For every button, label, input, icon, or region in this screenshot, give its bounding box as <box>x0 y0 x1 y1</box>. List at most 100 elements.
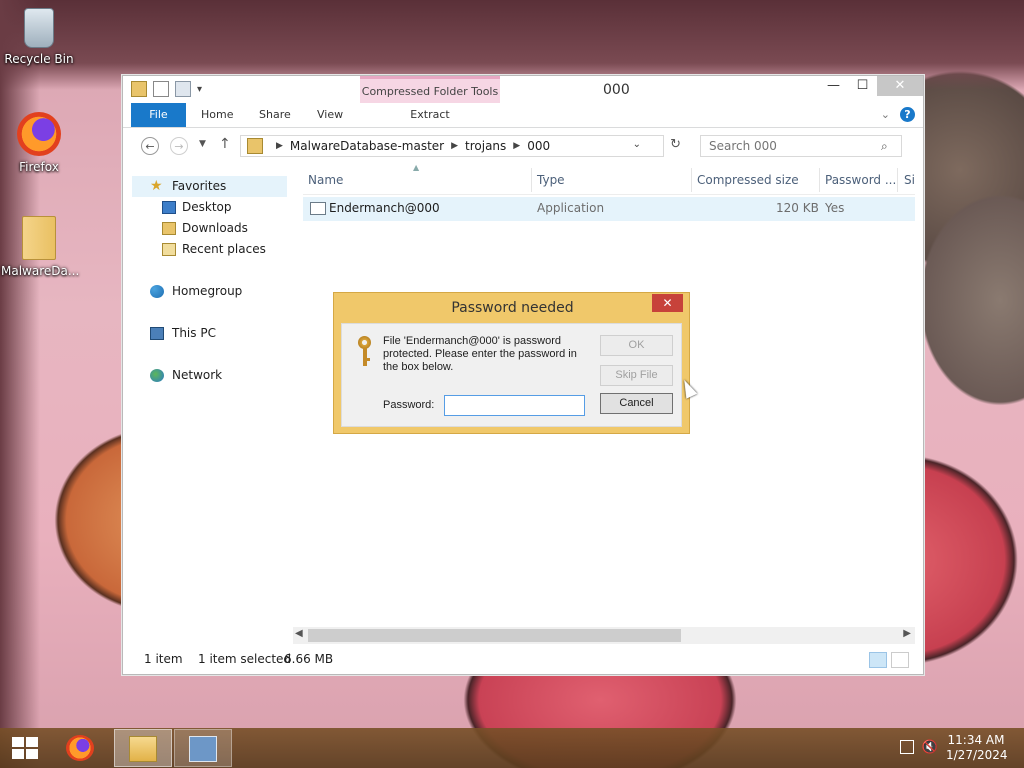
cell-name: Endermanch@000 <box>329 201 440 215</box>
chevron-right-icon[interactable]: ▶ <box>451 141 458 151</box>
tab-share[interactable]: Share <box>259 103 291 127</box>
taskbar-remote-desktop[interactable] <box>174 729 232 767</box>
dialog-message: File 'Endermanch@000' is password protec… <box>383 335 577 373</box>
window-controls: — ☐ ✕ <box>819 76 923 96</box>
taskbar-firefox[interactable] <box>52 729 110 767</box>
tab-extract[interactable]: Extract <box>360 103 500 127</box>
nav-item-network[interactable]: Network <box>132 365 287 386</box>
maximize-button[interactable]: ☐ <box>848 76 877 96</box>
column-header-password[interactable]: Password ... <box>825 173 896 187</box>
ribbon-expand-icon[interactable]: ⌄ <box>881 108 890 121</box>
volume-muted-icon[interactable]: 🔇 <box>922 740 938 755</box>
firefox-icon <box>66 735 94 761</box>
tab-home[interactable]: Home <box>201 103 233 127</box>
table-row[interactable]: Endermanch@000 Application 120 KB Yes <box>303 197 915 221</box>
title-bar[interactable]: ▾ Compressed Folder Tools 000 — ☐ ✕ <box>123 76 923 107</box>
star-icon: ★ <box>150 178 163 194</box>
cell-compressed-size: 120 KB <box>776 201 819 215</box>
tab-view[interactable]: View <box>317 103 343 127</box>
cancel-button[interactable]: Cancel <box>600 393 673 414</box>
file-explorer-icon <box>129 736 157 762</box>
nav-item-favorites[interactable]: ★ Favorites <box>132 176 287 197</box>
column-header-name[interactable]: Name <box>308 173 343 187</box>
help-icon[interactable]: ? <box>900 107 915 122</box>
minimize-button[interactable]: — <box>819 76 848 96</box>
dialog-close-button[interactable]: ✕ <box>652 294 683 312</box>
nav-item-homegroup[interactable]: Homegroup <box>132 281 287 302</box>
computer-icon <box>150 327 164 340</box>
desktop-icon-malwaredatabase[interactable]: MalwareDa... <box>1 216 79 278</box>
ribbon-tabs: File Home Share View Extract ⌄ ? <box>123 103 923 128</box>
nav-item-downloads[interactable]: Downloads <box>132 218 287 239</box>
taskbar-file-explorer[interactable] <box>114 729 172 767</box>
ribbon-right-controls: ⌄ ? <box>881 107 915 122</box>
new-folder-icon[interactable] <box>175 81 191 97</box>
nav-item-recent-places[interactable]: Recent places <box>132 239 287 260</box>
status-bar: 1 item 1 item selected 6.66 MB <box>123 646 923 674</box>
large-icons-view-icon[interactable] <box>891 652 909 668</box>
nav-label: Downloads <box>182 221 248 235</box>
column-divider[interactable] <box>691 168 692 192</box>
forward-button[interactable]: → <box>170 137 188 155</box>
ok-button[interactable]: OK <box>600 335 673 356</box>
breadcrumb-item[interactable]: MalwareDatabase-master <box>290 139 444 153</box>
search-input[interactable] <box>700 135 902 157</box>
properties-icon[interactable] <box>153 81 169 97</box>
chevron-right-icon[interactable]: ▶ <box>513 141 520 151</box>
search-icon: ⌕ <box>881 139 888 153</box>
desktop-icon-label: Firefox <box>19 160 59 174</box>
breadcrumb-item[interactable]: trojans <box>465 139 506 153</box>
skip-file-button[interactable]: Skip File <box>600 365 673 386</box>
nav-label: Favorites <box>172 179 227 193</box>
nav-item-desktop[interactable]: Desktop <box>132 197 287 218</box>
refresh-icon[interactable]: ↻ <box>670 137 681 152</box>
start-button[interactable] <box>12 737 38 759</box>
up-button[interactable]: ↑ <box>219 136 231 152</box>
address-bar[interactable]: ▶ MalwareDatabase-master ▶ trojans ▶ 000… <box>240 135 681 157</box>
recent-locations-icon[interactable]: ▼ <box>199 139 206 149</box>
scroll-right-icon[interactable]: ▶ <box>903 628 911 639</box>
cell-password: Yes <box>825 201 845 215</box>
qat-dropdown-icon[interactable]: ▾ <box>197 84 202 95</box>
column-header-type[interactable]: Type <box>537 173 565 187</box>
close-button[interactable]: ✕ <box>877 76 923 96</box>
dialog-body: File 'Endermanch@000' is password protec… <box>341 323 682 427</box>
nav-label: Recent places <box>182 242 266 256</box>
column-divider[interactable] <box>531 168 532 192</box>
taskbar: 🔇 11:34 AM 1/27/2024 <box>0 728 1024 768</box>
sort-ascending-icon: ▲ <box>413 163 420 172</box>
clock[interactable]: 11:34 AM 1/27/2024 <box>946 733 1008 763</box>
nav-label: Homegroup <box>172 284 243 298</box>
tab-file[interactable]: File <box>131 103 186 127</box>
clock-date: 1/27/2024 <box>946 748 1008 762</box>
status-item-count: 1 item <box>144 652 183 666</box>
desktop-icon-label: Recycle Bin <box>4 52 74 66</box>
status-selected: 1 item selected <box>198 652 292 666</box>
nav-label: This PC <box>172 326 216 340</box>
scroll-left-icon[interactable]: ◀ <box>295 628 303 639</box>
chevron-right-icon[interactable]: ▶ <box>276 141 283 151</box>
desktop-icon-recycle-bin[interactable]: Recycle Bin <box>1 8 77 66</box>
details-view-icon[interactable] <box>869 652 887 668</box>
column-headers: ▲ Name Type Compressed size Password ...… <box>303 163 915 195</box>
column-header-size[interactable]: Si <box>904 173 915 187</box>
back-button[interactable]: ← <box>141 137 159 155</box>
desktop-icon-firefox[interactable]: Firefox <box>1 112 77 174</box>
nav-label: Network <box>172 368 223 382</box>
address-dropdown-icon[interactable]: ⌄ <box>633 139 641 150</box>
navigation-bar: ← → ▼ ↑ ▶ MalwareDatabase-master ▶ troja… <box>123 128 923 162</box>
homegroup-icon <box>150 285 164 298</box>
password-label: Password: <box>383 399 435 411</box>
breadcrumb-item[interactable]: 000 <box>527 139 550 153</box>
column-divider[interactable] <box>897 168 898 192</box>
horizontal-scrollbar[interactable]: ◀ ▶ <box>293 627 915 644</box>
scrollbar-thumb[interactable] <box>308 629 681 642</box>
column-header-compressed-size[interactable]: Compressed size <box>697 173 799 187</box>
nav-item-this-pc[interactable]: This PC <box>132 323 287 344</box>
application-icon <box>310 202 326 215</box>
clock-time: 11:34 AM <box>947 733 1005 747</box>
recycle-bin-icon <box>24 8 54 48</box>
network-tray-icon[interactable] <box>900 740 914 754</box>
column-divider[interactable] <box>819 168 820 192</box>
password-input[interactable] <box>444 395 585 416</box>
